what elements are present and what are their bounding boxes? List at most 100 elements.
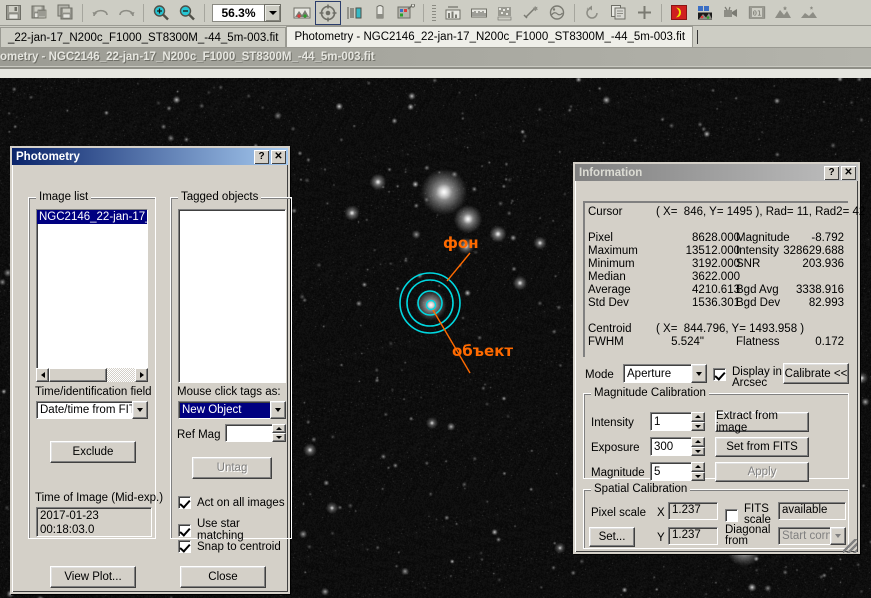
spin-down-icon[interactable] — [272, 433, 286, 442]
help-button[interactable]: ? — [254, 149, 269, 164]
histogram-icon[interactable] — [289, 1, 315, 25]
camera-icon[interactable] — [718, 1, 744, 25]
pixel-scale-y-field[interactable]: 1.237 — [668, 527, 718, 545]
snap-to-centroid-checkbox[interactable]: Snap to centroid — [178, 540, 281, 553]
close-icon[interactable]: ✕ — [271, 149, 286, 164]
photometry-titlebar[interactable]: Photometry ? ✕ — [12, 148, 288, 165]
close-icon[interactable]: ✕ — [841, 165, 856, 180]
flat-field-icon[interactable] — [796, 1, 822, 25]
annotation-label-background: фон — [443, 234, 479, 252]
save-icon[interactable] — [0, 1, 26, 25]
color-image-icon[interactable] — [692, 1, 718, 25]
zoom-in-icon[interactable] — [148, 1, 174, 25]
checkbox-box[interactable] — [178, 496, 191, 509]
magnitude-spinner[interactable]: 5 — [650, 462, 705, 481]
mouse-click-tag-value[interactable]: New Object — [178, 401, 270, 419]
list-item[interactable]: NGC2146_22-jan-17_N — [37, 210, 147, 224]
view-plot-button[interactable]: View Plot... — [50, 566, 136, 588]
spin-up-icon[interactable] — [691, 462, 705, 472]
intensity-value[interactable]: 1 — [650, 412, 691, 431]
spin-up-icon[interactable] — [691, 412, 705, 422]
scroll-right-arrow-icon[interactable] — [135, 368, 148, 382]
spin-up-icon[interactable] — [272, 424, 286, 433]
magnitude-value[interactable]: 5 — [650, 462, 691, 481]
frames-icon[interactable]: 01 — [744, 1, 770, 25]
planet-icon[interactable] — [544, 1, 570, 25]
diagonal-from-combo[interactable]: Start corner — [778, 527, 846, 545]
exclude-button[interactable]: Exclude — [50, 441, 136, 463]
bar-chart-icon[interactable] — [440, 1, 466, 25]
use-star-matching-checkbox[interactable]: Use star matching — [178, 518, 288, 542]
spin-down-icon[interactable] — [691, 421, 705, 431]
crosshair-photometry-icon[interactable] — [315, 0, 341, 25]
exposure-value[interactable]: 300 — [650, 437, 691, 456]
chevron-down-icon[interactable] — [691, 364, 707, 383]
mode-value[interactable]: Aperture — [623, 364, 691, 383]
apply-button[interactable]: Apply — [715, 462, 809, 482]
mouse-click-tag-combo[interactable]: New Object — [178, 401, 286, 419]
line-profile-icon[interactable] — [466, 1, 492, 25]
checkbox-box[interactable] — [178, 540, 191, 553]
intensity-spinner[interactable]: 1 — [650, 412, 705, 431]
moon-icon[interactable] — [666, 1, 692, 25]
image-list-hscrollbar[interactable] — [36, 368, 148, 382]
duplicate-icon[interactable] — [605, 1, 631, 25]
untag-button[interactable]: Untag — [192, 457, 272, 479]
display-in-arcsec-checkbox[interactable]: Display in Arcsec — [713, 366, 786, 389]
ref-mag-value[interactable] — [225, 424, 272, 442]
cursor-value: ( X= 846, Y= 1495 ), Rad= 11, Rad2= 42 — [656, 206, 866, 218]
photometry-dialog[interactable]: Photometry ? ✕ Image list NGC2146_22-jan… — [10, 146, 292, 594]
spin-down-icon[interactable] — [691, 471, 705, 481]
checkbox-box[interactable] — [725, 508, 738, 522]
copy-image-icon[interactable] — [52, 1, 78, 25]
exposure-spinner[interactable]: 300 — [650, 437, 705, 456]
scroll-left-arrow-icon[interactable] — [36, 368, 49, 382]
chevron-down-icon[interactable] — [270, 401, 286, 419]
grip-handle[interactable] — [432, 4, 436, 21]
zoom-level-combo[interactable]: 56.3% — [212, 3, 281, 22]
tab-image[interactable]: _22-jan-17_N200c_F1000_ST8300M_-44_5m-00… — [0, 27, 287, 47]
save-all-icon[interactable] — [26, 1, 52, 25]
checkbox-box[interactable] — [178, 523, 191, 537]
pixel-scale-x-field[interactable]: 1.237 — [668, 502, 718, 520]
tab-photometry[interactable]: Photometry - NGC2146_22-jan-17_N200c_F10… — [286, 26, 694, 47]
rotate-icon[interactable] — [579, 1, 605, 25]
annotate-icon[interactable] — [393, 1, 419, 25]
zoom-level-value[interactable]: 56.3% — [212, 3, 264, 22]
add-icon[interactable] — [631, 1, 657, 25]
average-value: 4210.613 — [692, 284, 740, 296]
flip-icon[interactable] — [341, 1, 367, 25]
tagged-objects-list[interactable] — [178, 209, 286, 383]
act-on-all-images-checkbox[interactable]: Act on all images — [178, 496, 285, 509]
time-field-combo[interactable]: Date/time from FITS — [36, 401, 148, 419]
spin-down-icon[interactable] — [691, 446, 705, 456]
scrollbar-thumb[interactable] — [49, 368, 107, 382]
diagonal-from-value[interactable]: Start corner — [778, 527, 830, 545]
ref-mag-spinner[interactable] — [225, 424, 286, 442]
chevron-down-icon[interactable] — [132, 401, 148, 419]
mode-combo[interactable]: Aperture — [623, 364, 707, 383]
information-titlebar[interactable]: Information ? ✕ — [575, 164, 858, 181]
set-spatial-button[interactable]: Set... — [589, 527, 635, 547]
spin-up-icon[interactable] — [691, 437, 705, 447]
time-field-value[interactable]: Date/time from FITS — [36, 401, 132, 419]
zoom-out-icon[interactable] — [174, 1, 200, 25]
information-dialog[interactable]: Information ? ✕ Cursor ( X= 846, Y= 1495… — [573, 162, 865, 554]
fits-scale-checkbox[interactable]: FITS scale — [725, 503, 780, 526]
mosaic-icon[interactable] — [492, 1, 518, 25]
sky-survey-icon[interactable] — [770, 1, 796, 25]
star-match-icon[interactable] — [518, 1, 544, 25]
resize-grip[interactable] — [843, 539, 857, 553]
help-button[interactable]: ? — [824, 165, 839, 180]
extract-from-image-button[interactable]: Extract from image — [715, 410, 809, 434]
chevron-down-icon[interactable] — [264, 3, 281, 22]
scrollbar-track[interactable] — [107, 368, 135, 382]
image-list-box[interactable]: NGC2146_22-jan-17_N — [36, 209, 148, 369]
undo-icon[interactable] — [87, 1, 113, 25]
checkbox-box[interactable] — [713, 368, 726, 381]
set-from-fits-button[interactable]: Set from FITS — [715, 437, 809, 457]
redo-icon[interactable] — [113, 1, 139, 25]
calibrate-button[interactable]: Calibrate << — [783, 363, 849, 384]
pixel-probe-icon[interactable] — [367, 1, 393, 25]
close-button[interactable]: Close — [180, 566, 266, 588]
